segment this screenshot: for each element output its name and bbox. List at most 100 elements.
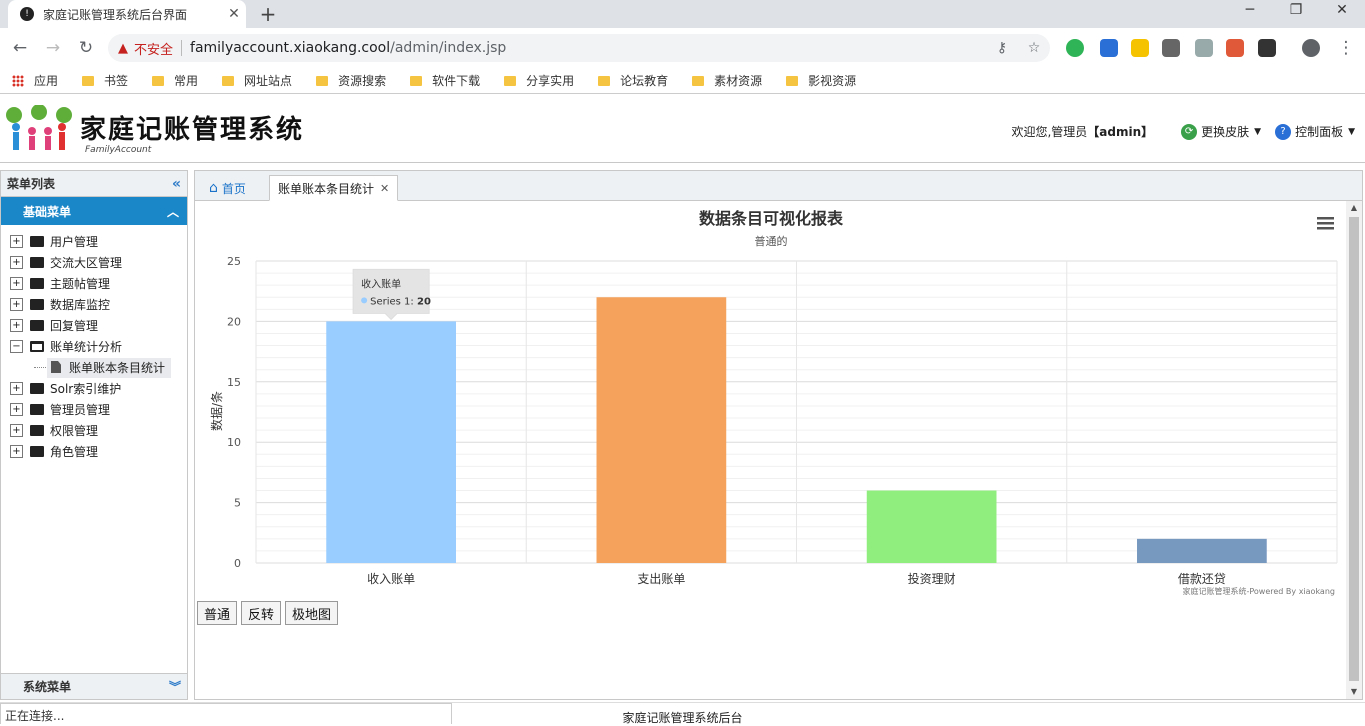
site-favicon-icon: ! xyxy=(20,7,34,21)
bookmark-item[interactable]: 常用 xyxy=(152,72,198,89)
chart-credits: 家庭记账管理系统-Powered By xiaokang xyxy=(1182,586,1335,596)
extension-icon[interactable] xyxy=(1195,39,1213,57)
folder-icon xyxy=(30,320,44,331)
folder-icon xyxy=(82,75,95,86)
extension-icon[interactable] xyxy=(1100,39,1118,57)
chart-title: 数据条目可视化报表 xyxy=(699,209,844,228)
url-text[interactable]: familyaccount.xiaokang.cool/admin/index.… xyxy=(190,40,986,56)
y-tick-label: 10 xyxy=(227,436,241,449)
tree-item-reply-mgmt[interactable]: + 回复管理 xyxy=(1,315,187,336)
collapse-left-icon[interactable]: « xyxy=(172,176,181,192)
chevron-up-icon[interactable]: ︿ xyxy=(167,203,179,220)
bookmark-item[interactable]: 影视资源 xyxy=(786,72,856,89)
chart-menu-icon[interactable] xyxy=(1317,217,1334,230)
insecure-label[interactable]: 不安全 xyxy=(134,39,173,58)
inverted-mode-button[interactable]: 反转 xyxy=(241,601,282,625)
extension-icon[interactable] xyxy=(1226,39,1244,57)
folder-icon xyxy=(30,278,44,289)
folder-icon xyxy=(30,425,44,436)
bookmark-item[interactable]: 素材资源 xyxy=(692,72,762,89)
extension-icon[interactable] xyxy=(1066,39,1084,57)
folder-icon xyxy=(30,236,44,247)
tree-item-role-mgmt[interactable]: + 角色管理 xyxy=(1,441,187,462)
folder-icon xyxy=(692,75,705,86)
bar[interactable] xyxy=(1137,538,1267,563)
restore-icon[interactable]: ❐ xyxy=(1276,2,1316,18)
folder-icon xyxy=(30,383,44,394)
window-close-icon[interactable]: ✕ xyxy=(1322,2,1362,18)
x-tick-label: 支出账单 xyxy=(637,572,685,586)
sidebar-title: 菜单列表 xyxy=(7,177,56,191)
control-panel-menu[interactable]: ? 控制面板 ▼ xyxy=(1275,123,1355,140)
extension-icon[interactable] xyxy=(1131,39,1149,57)
bookmark-item[interactable]: 书签 xyxy=(82,72,128,89)
tree-item-bill-stats[interactable]: 账单账本条目统计 xyxy=(1,357,187,378)
browser-tab[interactable]: ! 家庭记账管理系统后台界面 ✕ xyxy=(8,0,246,28)
tooltip-series-dot xyxy=(361,297,368,304)
tree-item-user-mgmt[interactable]: + 用户管理 xyxy=(1,231,187,252)
expand-icon: + xyxy=(10,382,23,395)
bookmark-item[interactable]: 软件下载 xyxy=(410,72,480,89)
key-icon[interactable]: ⚷ xyxy=(986,40,1018,56)
star-icon[interactable]: ☆ xyxy=(1018,40,1050,56)
bookmark-item[interactable]: 网址站点 xyxy=(222,72,292,89)
bookmark-item[interactable]: 分享实用 xyxy=(504,72,574,89)
address-bar[interactable]: ▲ 不安全 familyaccount.xiaokang.cool/admin/… xyxy=(108,34,1050,62)
scroll-thumb[interactable] xyxy=(1349,217,1359,681)
bookmark-item[interactable]: 资源搜索 xyxy=(316,72,386,89)
content-scrollbar[interactable]: ▲ ▼ xyxy=(1346,201,1362,699)
tree-item-admin-mgmt[interactable]: + 管理员管理 xyxy=(1,399,187,420)
expand-icon: + xyxy=(10,235,23,248)
normal-mode-button[interactable]: 普通 xyxy=(197,601,238,625)
tree-connector xyxy=(34,367,46,368)
chart-subtitle: 普通的 xyxy=(755,234,788,248)
scroll-up-icon[interactable]: ▲ xyxy=(1346,201,1362,215)
chevron-double-down-icon[interactable]: ︾ xyxy=(169,678,181,695)
system-menu-bar[interactable]: 系统菜单 ︾ xyxy=(1,673,187,699)
bookmark-item[interactable]: 论坛教育 xyxy=(598,72,668,89)
close-tab-icon[interactable]: ✕ xyxy=(222,6,246,22)
browser-status-text: 正在连接... xyxy=(0,703,452,724)
separator xyxy=(181,40,183,56)
tab-bill-stats[interactable]: 账单账本条目统计 ✕ xyxy=(269,175,399,201)
folder-icon xyxy=(316,75,329,86)
bookmark-apps[interactable]: 应用 xyxy=(12,72,58,89)
tree-item-solr-index[interactable]: + Solr索引维护 xyxy=(1,378,187,399)
tree-item-permission-mgmt[interactable]: + 权限管理 xyxy=(1,420,187,441)
bar-chart: 数据条目可视化报表 普通的 0510152025 收入账单 支出账单 投资理财 借款还… xyxy=(209,209,1338,596)
browser-tab-title: 家庭记账管理系统后台界面 xyxy=(43,7,188,22)
extension-icon[interactable] xyxy=(1162,39,1180,57)
bar[interactable] xyxy=(596,297,727,563)
bookmarks-bar: 应用 书签 常用 网址站点 资源搜索 软件下载 分享实用 论坛教育 素材资源 影… xyxy=(0,68,1365,94)
x-tick-label: 收入账单 xyxy=(367,572,415,586)
y-axis-label: 数据/条 xyxy=(209,391,224,431)
close-tab-icon[interactable]: ✕ xyxy=(380,182,389,195)
tree-item-topic-mgmt[interactable]: + 主题帖管理 xyxy=(1,273,187,294)
bar[interactable] xyxy=(326,321,456,563)
expand-icon: + xyxy=(10,256,23,269)
tree-item-db-monitor[interactable]: + 数据库监控 xyxy=(1,294,187,315)
forward-icon[interactable]: → xyxy=(41,36,65,60)
basic-menu-bar[interactable]: 基础菜单 ︿ xyxy=(1,197,187,225)
reload-icon[interactable]: ↻ xyxy=(74,36,98,60)
extension-icon[interactable] xyxy=(1258,39,1276,57)
y-tick-label: 15 xyxy=(227,376,241,389)
tab-home[interactable]: ⌂ 首页 xyxy=(201,175,254,201)
system-menu-label: 系统菜单 xyxy=(23,680,72,694)
folder-icon xyxy=(30,257,44,268)
profile-avatar[interactable] xyxy=(1302,39,1320,57)
back-icon[interactable]: ← xyxy=(8,36,32,60)
change-skin-menu[interactable]: ⟳ 更换皮肤 ▼ xyxy=(1181,123,1261,140)
tooltip-series: Series 1: 20 xyxy=(370,296,431,307)
scroll-down-icon[interactable]: ▼ xyxy=(1346,685,1362,699)
browser-toolbar: ← → ↻ ▲ 不安全 familyaccount.xiaokang.cool/… xyxy=(0,28,1365,68)
polar-mode-button[interactable]: 极地图 xyxy=(285,601,339,625)
tree-item-bill-analysis[interactable]: − 账单统计分析 xyxy=(1,336,187,357)
content-panel: ⌂ 首页 账单账本条目统计 ✕ 数据条目可视化报表 普通的 0 5 10 15 20 25 收… xyxy=(194,170,1363,700)
minimize-icon[interactable]: ─ xyxy=(1230,2,1270,18)
new-tab-button[interactable]: + xyxy=(256,2,280,26)
folder-icon xyxy=(30,404,44,415)
bar[interactable] xyxy=(866,490,997,563)
kebab-menu-icon[interactable]: ⋮ xyxy=(1334,36,1358,60)
tree-item-forum-mgmt[interactable]: + 交流大区管理 xyxy=(1,252,187,273)
